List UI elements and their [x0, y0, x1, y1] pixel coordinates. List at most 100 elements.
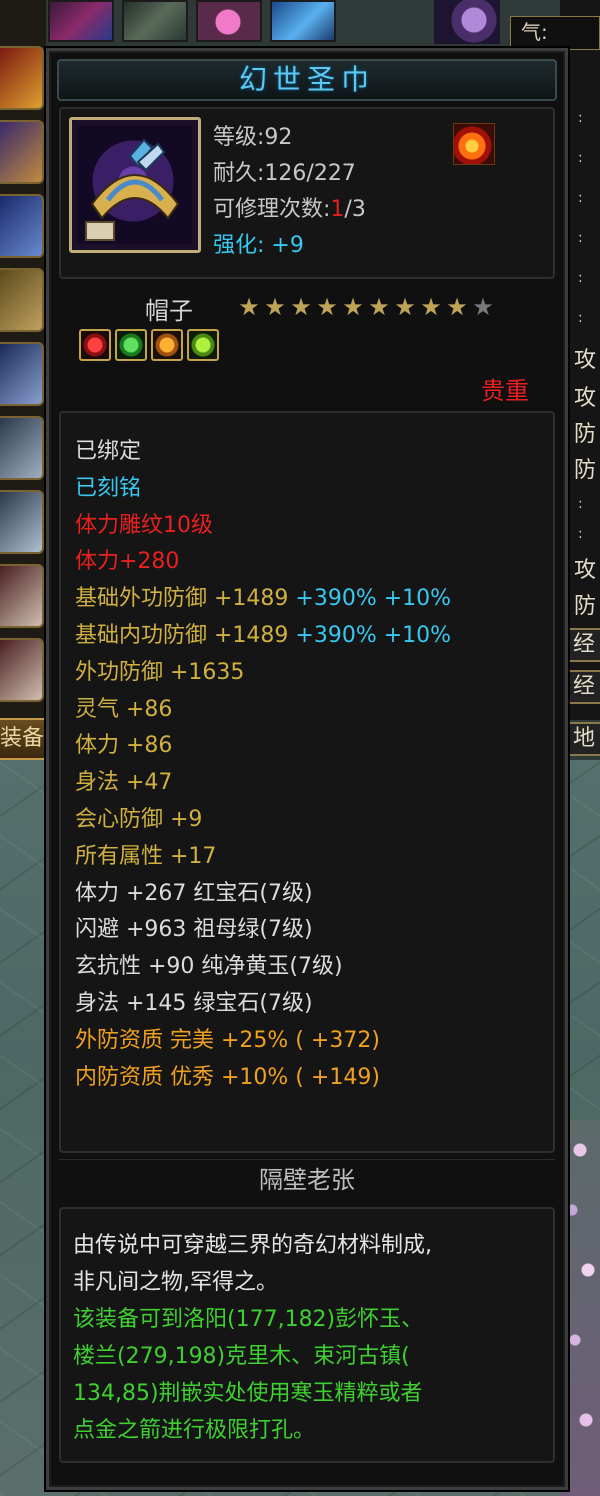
star-icon: ★ — [368, 293, 390, 321]
item-type-row: 帽子 ★ ★ ★ ★ ★ ★ ★ ★ ★ ★ 贵重 — [59, 283, 555, 405]
attribute-line: 内防资质 优秀 +10% ( +149) — [75, 1059, 380, 1091]
top-item-slot-5[interactable] — [270, 0, 336, 42]
attribute-text: 内防资质 优秀 +10% ( +149) — [75, 1064, 380, 1090]
attribute-line: 体力 +267 红宝石(7级) — [75, 875, 313, 907]
attribute-line: 所有属性 +17 — [75, 838, 216, 870]
star-icon: ★ — [238, 293, 260, 321]
attribute-line: 已刻铭 — [75, 470, 141, 502]
flame-icon — [453, 123, 495, 165]
equip-slot-7[interactable] — [0, 490, 44, 554]
item-tooltip: 幻世圣巾 等级:92 耐久:126/227 可修理次数:1/3 强化: +9 帽… — [46, 48, 568, 1490]
right-stat-label: 攻 — [573, 348, 596, 373]
equip-slot-2[interactable] — [0, 120, 44, 184]
repair-suffix: /3 — [344, 197, 366, 222]
crafter-name: 隔壁老张 — [59, 1159, 555, 1200]
attribute-text: 已绑定 — [75, 439, 142, 464]
attribute-line: 闪避 +963 祖母绿(7级) — [75, 911, 313, 943]
attribute-text: 外功防御 +1635 — [75, 659, 245, 685]
attribute-text: 基础外功防御 +1489 — [75, 586, 296, 612]
top-item-slot-3[interactable] — [122, 0, 188, 42]
exp-button[interactable]: 经 — [566, 670, 600, 704]
description-line: 该装备可到洛阳(177,182)彭怀玉、 — [73, 1307, 424, 1332]
star-icon: ★ — [420, 293, 442, 321]
attribute-text: 所有属性 +17 — [75, 843, 217, 869]
right-stat-label: 攻 — [573, 558, 596, 583]
attribute-line: 外功防御 +1635 — [75, 654, 244, 686]
right-panel-separator: : — [578, 190, 583, 206]
lime-gem-icon — [187, 329, 219, 361]
attribute-line: 灵气 +86 — [75, 691, 172, 723]
green-gem-icon — [115, 329, 147, 361]
avatar[interactable] — [434, 0, 500, 44]
star-icon: ★ — [446, 293, 468, 321]
equipment-slot-column — [0, 0, 46, 720]
right-panel-separator: : — [578, 270, 583, 286]
attribute-text: 体力 +86 — [75, 733, 173, 759]
item-icon-frame — [69, 117, 201, 253]
attribute-line: 体力 +86 — [75, 727, 172, 759]
attribute-text: 玄抗性 +90 纯净黄玉(7级) — [75, 954, 343, 980]
top-item-slot-2[interactable] — [48, 0, 114, 42]
attribute-list: 已绑定已刻铭体力雕纹10级 体力+280 基础外功防御 +1489 +390% +1… — [59, 411, 555, 1153]
equip-slot-3[interactable] — [0, 194, 44, 258]
attribute-line: 基础外功防御 +1489 +390% +10% — [75, 580, 451, 612]
map-button[interactable]: 地 — [566, 722, 600, 756]
attribute-line: 基础内功防御 +1489 +390% +10% — [75, 617, 451, 649]
star-icon: ★ — [316, 293, 338, 321]
attribute-line: 体力+280 — [75, 543, 179, 575]
star-icon: ★ — [264, 293, 286, 321]
rarity-label: 贵重 — [481, 377, 529, 405]
qi-field: 气: — [510, 16, 600, 50]
top-item-slot-4[interactable] — [196, 0, 262, 42]
attribute-text: 已刻铭 — [75, 475, 142, 501]
right-stat-label: 防 — [573, 594, 596, 619]
attribute-text: 会心防御 +9 — [75, 807, 203, 832]
right-stat-label: 防 — [573, 458, 596, 483]
right-panel-separator: : — [578, 110, 583, 126]
red-gem-icon — [79, 329, 111, 361]
attribute-line: 体力雕纹10级 — [75, 507, 213, 539]
repair-prefix: 可修理次数: — [213, 197, 331, 222]
attribute-text: +390% +10% — [295, 623, 452, 648]
item-repair-count: 可修理次数:1/3 — [213, 191, 366, 223]
equip-slot-6[interactable] — [0, 416, 44, 480]
equip-slot-8[interactable] — [0, 564, 44, 628]
equip-slot-1[interactable] — [0, 46, 44, 110]
star-icon: ★ — [290, 293, 312, 321]
attribute-text: 灵气 +86 — [75, 696, 173, 722]
attribute-line: 外防资质 完美 +25% ( +372) — [75, 1022, 380, 1054]
equip-slot-4[interactable] — [0, 268, 44, 332]
description-line: 非凡间之物,罕得之。 — [73, 1270, 278, 1295]
item-header: 等级:92 耐久:126/227 可修理次数:1/3 强化: +9 — [59, 107, 555, 279]
gem-socket-row — [79, 329, 219, 361]
attribute-text: 身法 +47 — [75, 770, 173, 796]
equipment-tab[interactable]: 装备 — [0, 718, 50, 760]
exp-button[interactable]: 经 — [566, 628, 600, 662]
attribute-line: 会心防御 +9 — [75, 801, 202, 833]
star-rating: ★ ★ ★ ★ ★ ★ ★ ★ ★ ★ — [237, 295, 495, 319]
item-name: 幻世圣巾 — [57, 59, 557, 101]
right-panel-separator: : — [578, 526, 583, 542]
attribute-line: 玄抗性 +90 纯净黄玉(7级) — [75, 948, 343, 980]
repair-current: 1 — [330, 197, 345, 222]
right-panel-separator: : — [578, 496, 583, 512]
star-icon: ★ — [342, 293, 364, 321]
attribute-line: 已绑定 — [75, 433, 141, 465]
star-icon: ★ — [472, 293, 494, 321]
right-stat-label: 防 — [573, 422, 596, 447]
description-line: 由传说中可穿越三界的奇幻材料制成, — [73, 1233, 432, 1258]
item-type: 帽子 — [145, 297, 193, 325]
attribute-text: 闪避 +963 祖母绿(7级) — [75, 917, 313, 943]
attribute-text: 身法 +145 绿宝石(7级) — [75, 991, 313, 1016]
description-line: 点金之箭进行极限打孔。 — [73, 1418, 316, 1443]
equip-slot-5[interactable] — [0, 342, 44, 406]
item-durability: 耐久:126/227 — [213, 161, 356, 186]
attribute-text: +390% +10% — [295, 586, 452, 612]
right-panel-separator: : — [578, 310, 583, 326]
equip-slot-9[interactable] — [0, 638, 44, 702]
item-level: 等级:92 — [213, 125, 293, 150]
right-panel-separator: : — [578, 150, 583, 166]
right-stat-label: 攻 — [573, 386, 596, 411]
attribute-text: 基础内功防御 +1489 — [75, 623, 296, 648]
attribute-line: 身法 +145 绿宝石(7级) — [75, 985, 313, 1017]
